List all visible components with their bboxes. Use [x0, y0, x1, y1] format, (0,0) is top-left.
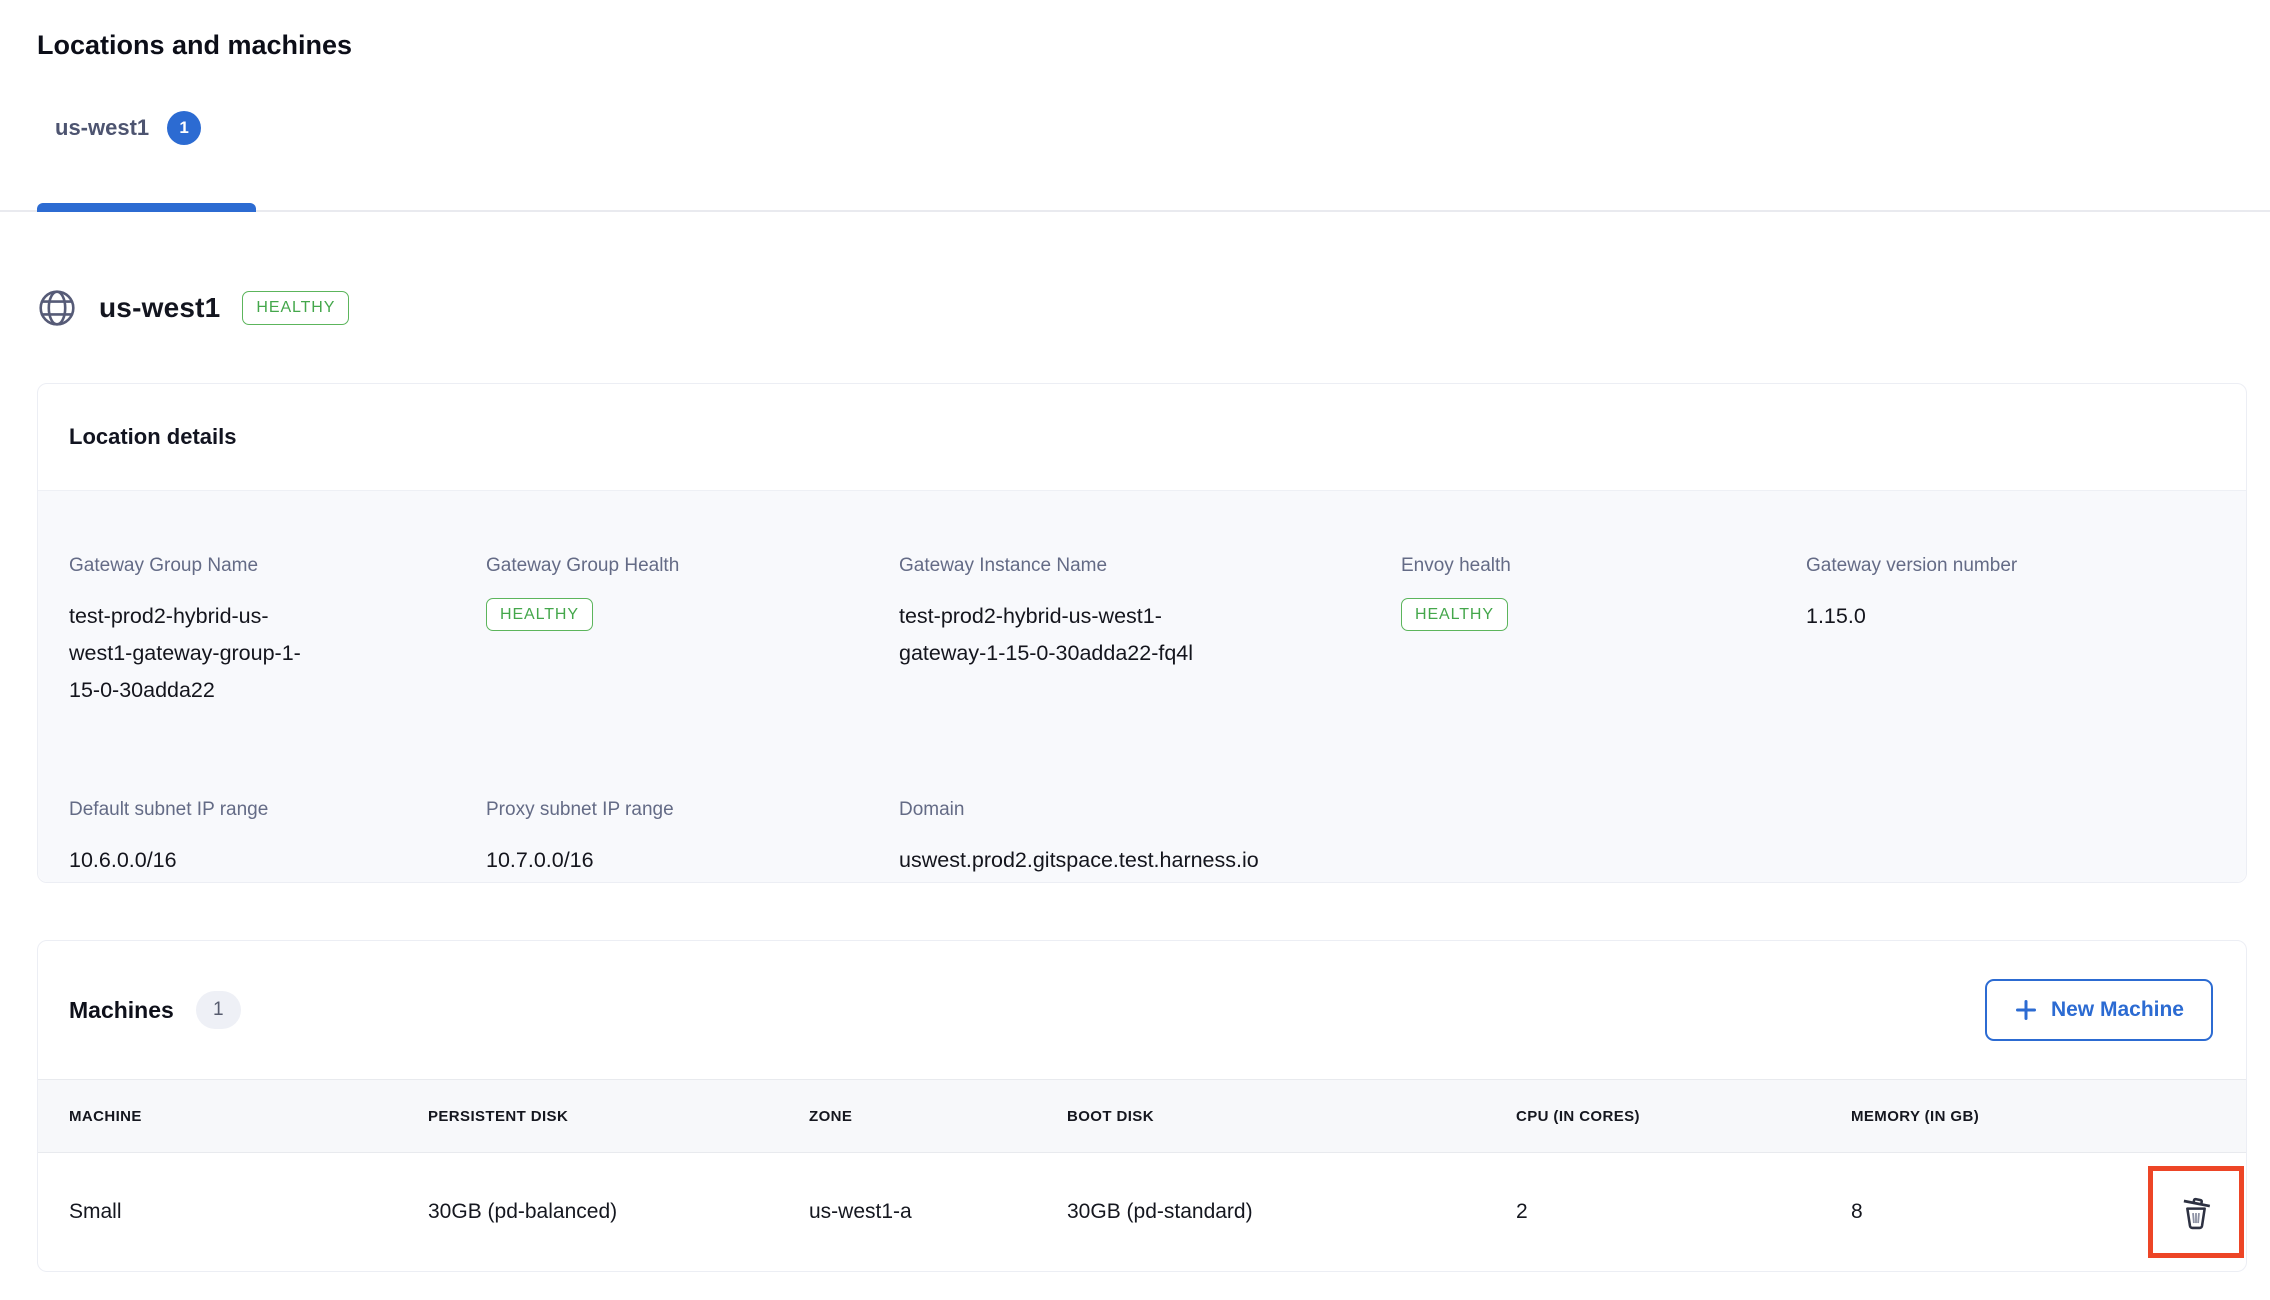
machines-title: Machines [69, 997, 174, 1024]
detail-row-1: Gateway Group Name test-prod2-hybrid-us-… [69, 555, 2215, 709]
delete-machine-button[interactable] [2148, 1166, 2244, 1258]
field-domain: Domain uswest.prod2.gitspace.test.harnes… [899, 799, 2215, 879]
region-name: us-west1 [99, 292, 220, 324]
page-title: Locations and machines [37, 30, 352, 61]
field-value: 10.6.0.0/16 [69, 842, 486, 879]
field-envoy-health: Envoy health HEALTHY [1401, 555, 1806, 709]
tab-bar: us-west1 1 [0, 95, 2270, 212]
column-header-zone: ZONE [809, 1108, 1067, 1125]
column-header-machine: MACHINE [69, 1108, 428, 1125]
field-proxy-subnet: Proxy subnet IP range 10.7.0.0/16 [486, 799, 899, 879]
field-label: Default subnet IP range [69, 799, 486, 821]
region-header: us-west1 HEALTHY [37, 288, 349, 328]
column-header-persistent-disk: PERSISTENT DISK [428, 1108, 809, 1125]
row-actions [2148, 1166, 2249, 1258]
location-details-title: Location details [69, 424, 236, 450]
field-value: uswest.prod2.gitspace.test.harness.io [899, 842, 2215, 879]
field-label: Domain [899, 799, 2215, 821]
trash-icon [2177, 1193, 2215, 1231]
location-details-header: Location details [38, 384, 2246, 491]
cell-persistent-disk: 30GB (pd-balanced) [428, 1200, 809, 1224]
column-header-boot-disk: BOOT DISK [1067, 1108, 1516, 1125]
envoy-health-badge: HEALTHY [1401, 598, 1508, 631]
location-details-body: Gateway Group Name test-prod2-hybrid-us-… [38, 491, 2246, 882]
cell-boot-disk: 30GB (pd-standard) [1067, 1200, 1516, 1224]
field-gateway-version: Gateway version number 1.15.0 [1806, 555, 2215, 709]
cell-cpu: 2 [1516, 1200, 1851, 1224]
column-header-memory: MEMORY (IN GB) [1851, 1108, 2148, 1125]
new-machine-button-label: New Machine [2051, 998, 2184, 1022]
page: Locations and machines us-west1 1 us-wes… [0, 0, 2270, 1300]
column-header-cpu: CPU (IN CORES) [1516, 1108, 1851, 1125]
machines-card: Machines 1 New Machine MACHINE PERSISTEN… [37, 940, 2247, 1272]
field-value: test-prod2-hybrid-us-west1-gateway-1-15-… [899, 598, 1199, 672]
field-label: Gateway Instance Name [899, 555, 1401, 577]
machines-table-header: MACHINE PERSISTENT DISK ZONE BOOT DISK C… [38, 1079, 2246, 1153]
cell-zone: us-west1-a [809, 1200, 1067, 1224]
tab-us-west1[interactable]: us-west1 1 [55, 111, 201, 145]
region-status-badge: HEALTHY [242, 291, 349, 324]
tab-count-badge: 1 [167, 111, 201, 145]
field-value: 10.7.0.0/16 [486, 842, 899, 879]
field-gateway-instance-name: Gateway Instance Name test-prod2-hybrid-… [899, 555, 1401, 709]
cell-memory: 8 [1851, 1200, 2148, 1224]
field-label: Gateway version number [1806, 555, 2215, 577]
cell-machine: Small [69, 1200, 428, 1224]
field-gateway-group-health: Gateway Group Health HEALTHY [486, 555, 899, 709]
active-tab-indicator [37, 203, 256, 212]
field-label: Gateway Group Name [69, 555, 486, 577]
field-value: test-prod2-hybrid-us-west1-gateway-group… [69, 598, 304, 709]
location-details-card: Location details Gateway Group Name test… [37, 383, 2247, 883]
field-gateway-group-name: Gateway Group Name test-prod2-hybrid-us-… [69, 555, 486, 709]
machines-count-badge: 1 [196, 991, 241, 1029]
plus-icon [2014, 998, 2038, 1022]
detail-row-2: Default subnet IP range 10.6.0.0/16 Prox… [69, 799, 2215, 879]
field-value: 1.15.0 [1806, 598, 2215, 635]
table-row: Small 30GB (pd-balanced) us-west1-a 30GB… [38, 1153, 2246, 1271]
new-machine-button[interactable]: New Machine [1985, 979, 2213, 1041]
field-label: Envoy health [1401, 555, 1806, 577]
field-label: Gateway Group Health [486, 555, 899, 577]
field-label: Proxy subnet IP range [486, 799, 899, 821]
machines-header: Machines 1 New Machine [38, 941, 2246, 1079]
field-default-subnet: Default subnet IP range 10.6.0.0/16 [69, 799, 486, 879]
gateway-group-health-badge: HEALTHY [486, 598, 593, 631]
tab-label: us-west1 [55, 115, 149, 141]
globe-icon [37, 288, 77, 328]
